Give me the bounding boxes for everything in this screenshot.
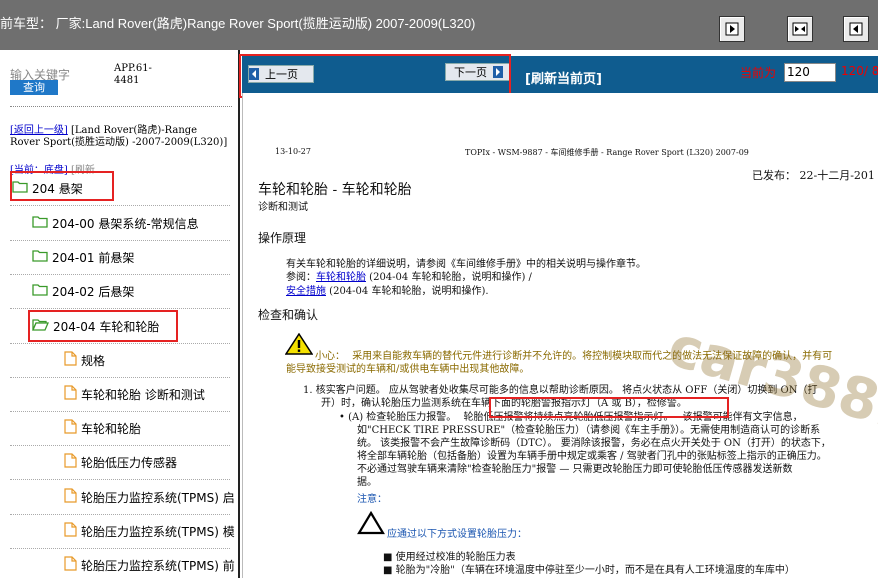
notice-triangle-icon <box>357 511 385 535</box>
doc-subtitle: 诊断和测试 <box>258 202 308 213</box>
tree-item[interactable]: 轮胎压力监控系统(TPMS) 模 <box>64 515 235 547</box>
tree-divider <box>10 308 230 309</box>
arrow-right-icon <box>725 22 739 36</box>
arrow-left-icon <box>849 22 863 36</box>
tree-item[interactable]: 车轮和轮胎 诊断和测试 <box>64 378 205 410</box>
doc-published: 已发布： 22-十二月-201 <box>752 169 875 182</box>
tree-item-label: 204-00 悬架系统-常规信息 <box>52 216 199 231</box>
tree-item-label: 204-01 前悬架 <box>52 250 135 265</box>
tree-item-label: 车轮和轮胎 <box>81 421 142 436</box>
split-arrows-icon <box>792 22 808 36</box>
folder-icon <box>32 283 48 299</box>
tree-item-label: 规格 <box>81 353 106 368</box>
doc-paragraph-2: 参阅：车轮和轮胎 (204-04 车轮和轮胎，说明和操作) / <box>286 268 532 283</box>
safety-tail: (204-04 车轮和轮胎，说明和操作). <box>326 286 489 297</box>
highlight-box-nav <box>239 54 511 98</box>
section-principle: 操作原理 <box>258 231 307 245</box>
section-inspect: 检查和确认 <box>258 308 319 322</box>
tree-item[interactable]: 轮胎压力监控系统(TPMS) 启 <box>64 481 235 513</box>
doc-date: 13-10-27 <box>275 147 311 156</box>
breadcrumb: [返回上一级] [Land Rover(路虎)-Range Rover Spor… <box>10 125 230 149</box>
bullet-1-line-6: 据。 <box>357 477 377 488</box>
query-button[interactable]: 查询 <box>10 80 58 95</box>
document-icon <box>64 351 77 369</box>
tree-item[interactable]: 轮胎压力监控系统(TPMS) 前 <box>64 549 235 578</box>
app-code: APP.61-4481 <box>114 63 152 86</box>
tree-item[interactable]: 204-01 前悬架 <box>32 241 134 273</box>
warning-icon <box>285 333 313 355</box>
tree-item[interactable]: 车轮和轮胎 <box>64 412 141 444</box>
top-bar: 前车型： 厂家:Land Rover(路虎)Range Rover Sport(… <box>0 0 878 50</box>
note-label: 注意： <box>357 494 387 505</box>
tree-item-label: 轮胎压力监控系统(TPMS) 启 <box>81 490 235 505</box>
tree-item-label: 轮胎压力监控系统(TPMS) 前 <box>81 558 235 573</box>
tree-item[interactable]: 轮胎低压力传感器 <box>64 446 177 478</box>
refresh-page-link[interactable]: [刷新当前页] <box>525 68 602 87</box>
page-total: 120/ 84 <box>841 64 878 78</box>
doc-paragraph-3: 安全措施 (204-04 车轮和轮胎，说明和操作). <box>286 282 489 297</box>
safety-link[interactable]: 安全措施 <box>286 286 326 297</box>
folder-icon <box>32 215 48 231</box>
tree-item[interactable]: 规格 <box>64 344 105 376</box>
highlight-box-wheels <box>28 310 178 342</box>
bullet-dot: • <box>339 412 349 423</box>
first-page-button[interactable] <box>719 16 745 42</box>
current-page-label: 当前为 <box>740 66 777 80</box>
document-icon <box>64 556 77 574</box>
doc-header: TOPIx - WSM-9887 - 车间维修手册 - Range Rover … <box>465 148 749 157</box>
document-icon <box>64 522 77 540</box>
tree-divider <box>10 205 230 206</box>
document-icon <box>64 488 77 506</box>
tree-item-label: 轮胎压力监控系统(TPMS) 模 <box>81 524 235 539</box>
document-icon <box>64 385 77 403</box>
document-icon <box>64 419 77 437</box>
page-number-input[interactable]: 120 <box>784 63 836 82</box>
folder-icon <box>32 249 48 265</box>
tree-item[interactable]: 204-02 后悬架 <box>32 275 134 307</box>
tree-item[interactable]: 204-00 悬架系统-常规信息 <box>32 207 199 239</box>
app-window: 前车型： 厂家:Land Rover(路虎)Range Rover Sport(… <box>0 0 878 578</box>
split-view-button[interactable] <box>787 16 813 42</box>
tree-item-label: 车轮和轮胎 诊断和测试 <box>81 387 205 402</box>
bullet-square: ■ <box>383 565 396 576</box>
sidebar: 输入关键字 查询 APP.61-4481 [返回上一级] [Land Rover… <box>0 50 240 578</box>
tree-item-label: 轮胎低压力传感器 <box>81 455 178 470</box>
document-icon <box>64 453 77 471</box>
sub-item-2: ■ 轮胎为"冷胎"（车辆在环境温度中停驻至少一小时，而不是在具有人工环境温度的车… <box>383 561 795 576</box>
highlight-box-warning <box>489 397 729 418</box>
bullet-1-line-5: 不必通过驾驶车辆来清除"检查轮胎压力"报警 — 只需更改轮胎压力即可使轮胎低压传… <box>357 464 793 475</box>
collapse-panel-button[interactable] <box>843 16 869 42</box>
tree-item-label: 204-02 后悬架 <box>52 284 135 299</box>
vehicle-model-title: 前车型： 厂家:Land Rover(路虎)Range Rover Sport(… <box>0 16 476 31</box>
divider <box>10 106 232 107</box>
tree-divider <box>10 343 230 344</box>
sub-item-2-text: 轮胎为"冷胎"（车辆在环境温度中停驻至少一小时，而不是在具有人工环境温度的车库中… <box>395 565 795 576</box>
tri-note-text: 应通过以下方式设置轮胎压力： <box>387 529 527 540</box>
doc-title: 车轮和轮胎 - 车轮和轮胎 <box>258 182 412 198</box>
tree-divider <box>10 479 230 480</box>
caution-line-2: 能导致接受测试的车辆和/或供电车辆中出现其他故障。 <box>286 364 530 375</box>
highlight-box-suspension <box>10 171 114 201</box>
document-view: 13-10-27 TOPIx - WSM-9887 - 车间维修手册 - Ran… <box>242 93 878 578</box>
back-link[interactable]: [返回上一级] <box>10 125 68 136</box>
